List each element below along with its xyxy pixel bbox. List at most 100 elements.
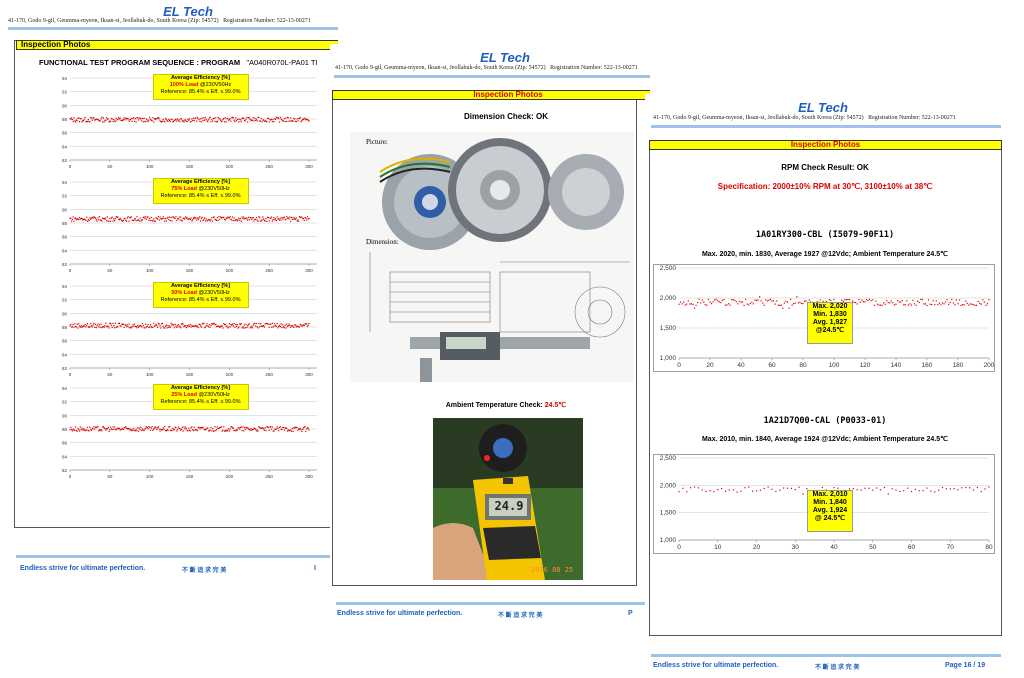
data-point	[869, 298, 871, 300]
data-point	[104, 218, 106, 220]
data-point	[697, 301, 699, 304]
data-point	[180, 118, 183, 120]
data-point	[168, 216, 171, 218]
data-point	[210, 219, 212, 221]
data-point	[263, 218, 265, 220]
data-point	[847, 298, 849, 301]
data-point	[216, 426, 219, 428]
data-point	[88, 430, 90, 432]
data-point	[270, 118, 273, 120]
data-point	[307, 427, 309, 429]
data-point	[189, 323, 191, 326]
data-point	[233, 217, 235, 219]
data-point	[969, 487, 971, 489]
footer-slogan: Endless strive for ultimate perfection.	[337, 610, 463, 617]
data-point	[938, 302, 940, 304]
data-point	[961, 487, 963, 489]
data-point	[159, 430, 161, 432]
data-point	[81, 427, 83, 429]
data-point	[105, 322, 107, 324]
data-point	[270, 426, 272, 428]
data-point	[207, 427, 209, 429]
data-point	[762, 302, 764, 304]
data-point	[141, 323, 144, 325]
data-point	[218, 427, 220, 430]
report-page-1: EL Tech 41-170, Godo 9-gil, Geumma-myeon…	[8, 0, 338, 580]
data-point	[97, 426, 99, 428]
data-point	[217, 219, 219, 221]
data-point	[103, 326, 105, 328]
data-point	[187, 430, 189, 432]
data-point	[148, 119, 150, 121]
data-point	[219, 119, 222, 121]
company-name: EL Tech	[480, 50, 530, 65]
data-point	[740, 301, 742, 303]
data-point	[131, 120, 133, 122]
data-point	[945, 488, 947, 490]
data-point	[130, 216, 132, 218]
data-point	[188, 118, 191, 120]
data-point	[290, 220, 292, 222]
data-point	[192, 217, 195, 220]
data-point	[693, 486, 696, 488]
data-point	[962, 303, 964, 306]
annotation-load: 75% Load @230V50Hz	[154, 186, 248, 193]
annotation-title: Average Efficiency [%]	[170, 75, 231, 81]
data-point	[149, 118, 152, 120]
data-point	[223, 216, 225, 218]
data-point	[797, 302, 799, 304]
data-point	[133, 219, 135, 222]
data-point	[118, 117, 120, 119]
data-point	[135, 219, 137, 222]
data-point	[145, 323, 147, 325]
data-point	[698, 298, 700, 300]
data-point	[229, 216, 231, 218]
data-point	[678, 491, 680, 493]
data-point	[70, 217, 72, 219]
data-point	[763, 304, 765, 306]
data-point	[219, 118, 221, 120]
data-point	[127, 326, 129, 328]
data-point	[868, 487, 870, 489]
data-point	[96, 220, 98, 222]
data-point	[122, 323, 124, 325]
header-rule	[651, 125, 1001, 128]
data-point	[117, 325, 119, 328]
data-point	[271, 322, 273, 324]
x-tick-label: 60	[768, 362, 776, 369]
data-point	[247, 219, 249, 221]
data-point	[302, 428, 304, 431]
data-point	[709, 490, 711, 492]
data-point	[232, 117, 234, 119]
data-point	[111, 216, 113, 218]
data-point	[123, 326, 125, 329]
data-point	[140, 426, 142, 429]
load-condition: @230V50Hz	[196, 392, 230, 398]
data-point	[285, 327, 287, 329]
data-point	[910, 304, 913, 306]
data-point	[293, 326, 295, 329]
data-point	[271, 426, 273, 428]
data-point	[726, 304, 728, 306]
data-point	[138, 427, 140, 429]
data-point	[986, 303, 989, 305]
data-point	[199, 428, 201, 430]
data-point	[855, 302, 857, 304]
data-point	[901, 300, 903, 302]
data-point	[791, 304, 793, 306]
data-point	[158, 219, 160, 221]
data-point	[98, 324, 101, 326]
x-tick-label: 40	[830, 544, 838, 551]
data-point	[105, 119, 107, 121]
data-point	[111, 429, 113, 431]
data-point	[71, 430, 73, 432]
x-tick-label: 0	[69, 372, 72, 377]
data-point	[197, 218, 199, 221]
data-point	[277, 427, 279, 429]
data-point	[980, 303, 982, 305]
data-point	[943, 303, 945, 305]
data-point	[283, 327, 285, 329]
y-tick-label: 2,500	[660, 455, 677, 462]
data-point	[205, 325, 207, 327]
data-point	[158, 428, 160, 430]
